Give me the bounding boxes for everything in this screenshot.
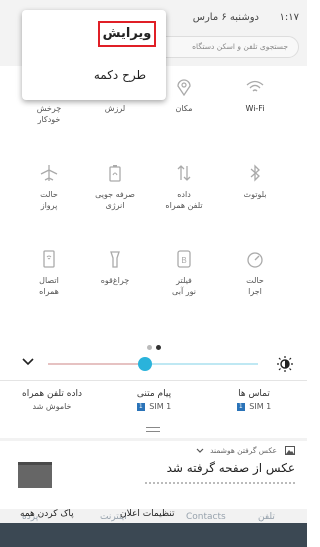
tile-blue-light-filter[interactable]: B فیلتر نور آبی bbox=[156, 250, 212, 297]
panel-drag-handle-line bbox=[146, 431, 160, 432]
notification-text bbox=[145, 482, 295, 488]
panel-drag-handle[interactable] bbox=[146, 427, 160, 428]
sim-messages[interactable]: پیام متنی SIM 1 1 bbox=[112, 389, 196, 411]
tile-label: چراغ‌قوه bbox=[100, 276, 130, 285]
mobile-data-icon bbox=[177, 165, 191, 181]
screenshot-thumbnail bbox=[18, 462, 52, 488]
tile-mobile-data[interactable]: داده تلفن همراه bbox=[156, 164, 212, 211]
home-screen-background bbox=[0, 523, 307, 547]
sim-calls[interactable]: تماس ها SIM 1 1 bbox=[212, 389, 296, 411]
battery-saver-icon bbox=[109, 165, 121, 182]
tile-label: فیلتر نور آبی bbox=[172, 276, 196, 296]
button-layout-button[interactable]: طرح دکمه bbox=[94, 68, 146, 82]
brightness-icon bbox=[277, 356, 293, 372]
clear-all-button[interactable]: پاک کردن همه bbox=[20, 509, 74, 519]
page-dot[interactable] bbox=[146, 345, 152, 350]
svg-text:B: B bbox=[181, 256, 186, 265]
blue-light-filter-icon: B bbox=[177, 250, 191, 268]
dock-label: تلفن bbox=[258, 512, 275, 522]
tile-mobile-hotspot[interactable]: اتصال همراه bbox=[21, 250, 77, 297]
tile-label: داده تلفن همراه bbox=[165, 190, 203, 210]
sim-value: خاموش شد bbox=[32, 402, 72, 411]
tile-label: Wi-Fi bbox=[245, 104, 265, 113]
airplane-icon bbox=[40, 165, 58, 181]
tile-label: مکان bbox=[175, 104, 193, 113]
tile-performance-mode[interactable]: حالت اجرا bbox=[227, 250, 283, 297]
divider bbox=[0, 380, 307, 381]
sim-title: تماس ها bbox=[238, 389, 270, 399]
sim-badge: 1 bbox=[236, 402, 245, 411]
brightness-slider-fill bbox=[146, 363, 258, 365]
sim-value: SIM 1 1 bbox=[112, 402, 196, 411]
tile-wifi[interactable]: Wi-Fi bbox=[227, 78, 283, 114]
notification-settings-button[interactable]: تنظیمات اعلان bbox=[120, 509, 174, 519]
wifi-icon bbox=[246, 80, 264, 92]
page-dot-active[interactable] bbox=[155, 345, 161, 350]
tile-label: بلوتوث bbox=[243, 190, 267, 199]
tile-bluetooth[interactable]: بلوتوث bbox=[227, 164, 283, 200]
sim-badge: 1 bbox=[136, 402, 145, 411]
brightness-slider-thumb[interactable] bbox=[138, 357, 152, 371]
tile-label: حالت اجرا bbox=[246, 276, 264, 296]
tile-label: حالت پرواز bbox=[40, 190, 58, 210]
performance-mode-icon bbox=[247, 252, 263, 268]
edit-button[interactable]: ویرایش bbox=[98, 21, 156, 47]
notification-app-name: عکس گرفتن هوشمند bbox=[210, 446, 277, 455]
tile-label: اتصال همراه bbox=[39, 276, 59, 296]
tile-label: صرفه جویی انرژی bbox=[95, 190, 135, 210]
notification-title: عکس از صفحه گرفته شد bbox=[166, 461, 295, 475]
status-time: ۱:۱۷ bbox=[279, 12, 299, 23]
dock-label: Contacts bbox=[186, 512, 226, 522]
tile-label: لرزش bbox=[104, 104, 126, 113]
sim-title: داده تلفن همراه bbox=[22, 389, 82, 399]
sim-value: SIM 1 1 bbox=[212, 402, 296, 411]
chevron-down-icon[interactable] bbox=[22, 358, 34, 366]
sim-mobile-data[interactable]: داده تلفن همراه خاموش شد bbox=[10, 389, 94, 411]
status-date: دوشنبه ۶ مارس bbox=[192, 12, 259, 23]
tile-flashlight[interactable]: چراغ‌قوه bbox=[87, 250, 143, 286]
tile-label: چرخش خودکار bbox=[36, 104, 62, 124]
flashlight-icon bbox=[110, 251, 120, 268]
chevron-down-icon[interactable] bbox=[196, 448, 204, 454]
page-indicator bbox=[0, 335, 307, 354]
mobile-hotspot-icon bbox=[43, 250, 55, 268]
sim-title: پیام متنی bbox=[136, 389, 172, 399]
bluetooth-icon bbox=[250, 164, 260, 182]
quick-panel-menu-popup: ویرایش طرح دکمه bbox=[22, 10, 166, 100]
location-icon bbox=[177, 79, 191, 96]
image-icon bbox=[285, 446, 295, 455]
tile-airplane-mode[interactable]: حالت پرواز bbox=[21, 164, 77, 211]
tile-power-saving[interactable]: صرفه جویی انرژی bbox=[87, 164, 143, 211]
